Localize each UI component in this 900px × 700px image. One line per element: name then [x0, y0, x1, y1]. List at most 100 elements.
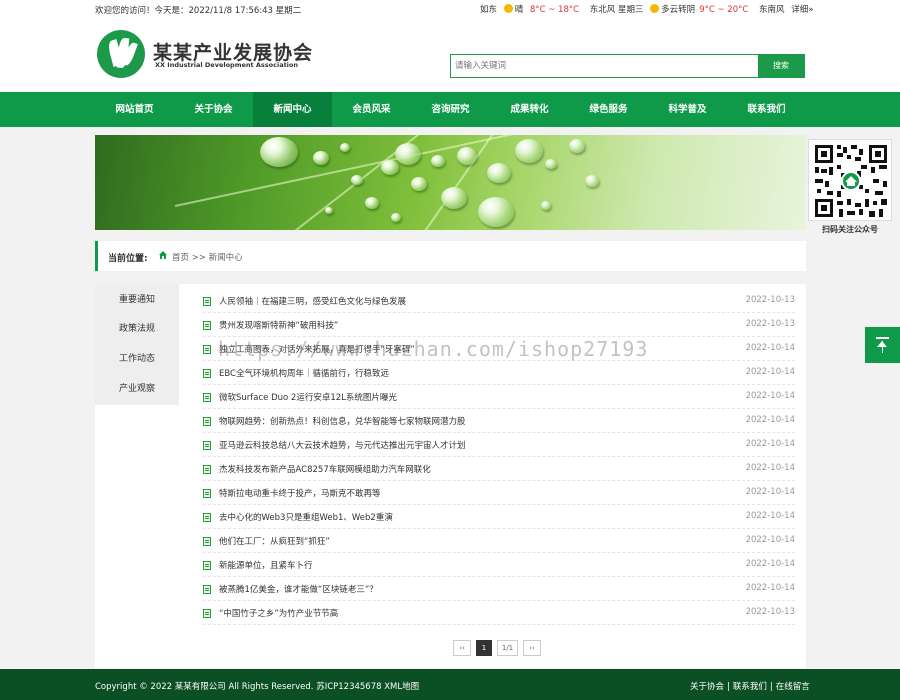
list-item[interactable]: 杰发科技发布新产品AC8257车联网模组助力汽车网联化 2022-10-14: [203, 457, 795, 481]
nav-item-science[interactable]: 科学普及: [648, 92, 727, 127]
news-date: 2022-10-14: [745, 583, 795, 593]
news-title[interactable]: 微软Surface Duo 2运行安卓12L系统图片曝光: [219, 391, 397, 403]
top-bar: 欢迎您的访问！今天是：2022/11/8 17:56:43 星期二 如东 晴 8…: [0, 0, 900, 18]
breadcrumb-label: 当前位置:: [108, 254, 148, 264]
news-title[interactable]: 去中心化的Web3只是重组Web1、Web2重演: [219, 511, 393, 523]
news-date: 2022-10-13: [745, 319, 795, 329]
document-icon: [203, 417, 211, 426]
news-date: 2022-10-14: [745, 391, 795, 401]
search-button[interactable]: 搜索: [758, 55, 804, 77]
back-to-top-button[interactable]: [865, 327, 900, 363]
news-date: 2022-10-14: [745, 439, 795, 449]
news-title[interactable]: 新能源单位，且紧车卜行: [219, 559, 313, 571]
sidebar-item-policies[interactable]: 政策法规: [95, 314, 179, 344]
banner-image: [95, 135, 806, 230]
news-date: 2022-10-14: [745, 463, 795, 473]
main-nav: 网站首页 关于协会 新闻中心 会员风采 咨询研究 成果转化 绿色服务 科学普及 …: [0, 92, 900, 127]
list-item[interactable]: 贵州发现喀斯特新神“破用科技” 2022-10-13: [203, 313, 795, 337]
home-icon[interactable]: [158, 250, 168, 260]
footer-copyright: Copyright © 2022 某某有限公司 All Rights Reser…: [95, 682, 420, 692]
list-item[interactable]: “中国竹子之乡”为竹产业节节高 2022-10-13: [203, 601, 795, 625]
nav-item-members[interactable]: 会员风采: [332, 92, 411, 127]
news-date: 2022-10-14: [745, 415, 795, 425]
list-item[interactable]: 新能源单位，且紧车卜行 2022-10-14: [203, 553, 795, 577]
list-item[interactable]: 他们在工厂：从疯狂到“抓狂” 2022-10-14: [203, 529, 795, 553]
nav-item-research[interactable]: 咨询研究: [411, 92, 490, 127]
footer-links: 关于协会 | 联系我们 | 在线留言: [690, 682, 810, 692]
nav-item-about[interactable]: 关于协会: [174, 92, 253, 127]
document-icon: [203, 297, 211, 306]
news-date: 2022-10-14: [745, 559, 795, 569]
weather-tomorrow: 多云转阴 9°C ~ 20°C: [650, 4, 752, 15]
watermark-text: https://www.huzhan.com/ishop27193: [218, 337, 649, 361]
list-item[interactable]: EBC全气环境机构周年｜循循前行，行稳致远 2022-10-14: [203, 361, 795, 385]
news-date: 2022-10-13: [745, 295, 795, 305]
document-icon: [203, 537, 211, 546]
document-icon: [203, 489, 211, 498]
news-date: 2022-10-14: [745, 367, 795, 377]
list-item[interactable]: 物联网趋势：创新热点！科创信息，兑华智能等七家物联网潜力股 2022-10-14: [203, 409, 795, 433]
cloud-sun-icon: [650, 4, 660, 13]
logo-subtitle: XX Industrial Development Association: [155, 61, 299, 69]
document-icon: [203, 561, 211, 570]
sidebar-item-notices[interactable]: 重要通知: [95, 285, 179, 315]
nav-item-achievements[interactable]: 成果转化: [490, 92, 569, 127]
document-icon: [203, 465, 211, 474]
list-item[interactable]: 特斯拉电动重卡终于投产，马斯克不敢再等 2022-10-14: [203, 481, 795, 505]
next-page-button[interactable]: ››: [523, 640, 541, 656]
logo-icon[interactable]: [97, 30, 145, 78]
news-title[interactable]: 物联网趋势：创新热点！科创信息，兑华智能等七家物联网潜力股: [219, 415, 466, 427]
site-footer: Copyright © 2022 某某有限公司 All Rights Reser…: [0, 669, 900, 700]
weather-more-link[interactable]: 详细»: [791, 5, 813, 15]
news-title[interactable]: 他们在工厂：从疯狂到“抓狂”: [219, 535, 330, 547]
category-sidebar: 重要通知 政策法规 工作动态 产业观察: [95, 284, 179, 405]
prev-page-button[interactable]: ‹‹: [453, 640, 471, 656]
news-title[interactable]: “中国竹子之乡”为竹产业节节高: [219, 607, 338, 619]
news-date: 2022-10-13: [745, 607, 795, 617]
sidebar-item-work-updates[interactable]: 工作动态: [95, 344, 179, 374]
list-item[interactable]: 人民领袖｜在福建三明，感受红色文化与绿色发展 2022-10-13: [203, 289, 795, 313]
nav-item-green-service[interactable]: 绿色服务: [569, 92, 648, 127]
footer-link-contact[interactable]: 联系我们: [733, 682, 767, 692]
weather-tomorrow-temp: 9°C ~ 20°C: [699, 5, 749, 15]
footer-link-about[interactable]: 关于协会: [690, 682, 724, 692]
nav-item-home[interactable]: 网站首页: [95, 92, 174, 127]
nav-item-contact[interactable]: 联系我们: [727, 92, 806, 127]
news-date: 2022-10-14: [745, 343, 795, 353]
list-item[interactable]: 去中心化的Web3只是重组Web1、Web2重演 2022-10-14: [203, 505, 795, 529]
page-1-button[interactable]: 1: [476, 640, 492, 656]
news-title[interactable]: EBC全气环境机构周年｜循循前行，行稳致远: [219, 367, 389, 379]
arrow-up-icon: [876, 337, 889, 339]
document-icon: [203, 369, 211, 378]
weather-today: 晴 8°C ~ 18°C: [503, 4, 583, 15]
sidebar-item-industry-watch[interactable]: 产业观察: [95, 374, 179, 404]
document-icon: [203, 393, 211, 402]
document-icon: [203, 345, 211, 354]
news-title[interactable]: 特斯拉电动重卡终于投产，马斯克不敢再等: [219, 487, 381, 499]
news-title[interactable]: 贵州发现喀斯特新神“破用科技”: [219, 319, 338, 331]
weather-today-temp: 8°C ~ 18°C: [529, 5, 580, 15]
document-icon: [203, 609, 211, 618]
list-item[interactable]: 被蒸腾1亿美金，谁才能做“区块链老三”？ 2022-10-14: [203, 577, 795, 601]
weather-widget[interactable]: 如东 晴 8°C ~ 18°C 东北风 星期三 多云转阴 9°C ~ 20°C 东…: [480, 3, 817, 15]
breadcrumb-path[interactable]: 首页 >> 新闻中心: [172, 251, 243, 263]
news-date: 2022-10-14: [745, 535, 795, 545]
news-date: 2022-10-14: [745, 511, 795, 521]
news-title[interactable]: 被蒸腾1亿美金，谁才能做“区块链老三”？: [219, 583, 378, 595]
nav-item-news[interactable]: 新闻中心: [253, 92, 332, 127]
weather-tomorrow-wind: 东南风: [759, 5, 785, 15]
breadcrumb: 当前位置: 首页 >> 新闻中心: [95, 241, 806, 271]
news-title[interactable]: 杰发科技发布新产品AC8257车联网模组助力汽车网联化: [219, 463, 431, 475]
news-title[interactable]: 亚马逊云科技总结八大云技术趋势，与元代达推出元宇宙人才计划: [219, 439, 466, 451]
document-icon: [203, 513, 211, 522]
list-item[interactable]: 微软Surface Duo 2运行安卓12L系统图片曝光 2022-10-14: [203, 385, 795, 409]
list-item[interactable]: 亚马逊云科技总结八大云技术趋势，与元代达推出元宇宙人才计划 2022-10-14: [203, 433, 795, 457]
weather-city: 如东: [480, 5, 498, 15]
news-title[interactable]: 人民领袖｜在福建三明，感受红色文化与绿色发展: [219, 295, 406, 307]
search-input[interactable]: [455, 58, 755, 74]
qr-code: [808, 139, 892, 221]
document-icon: [203, 441, 211, 450]
sun-icon: [503, 4, 513, 13]
document-icon: [203, 585, 211, 594]
footer-link-message[interactable]: 在线留言: [776, 682, 810, 692]
